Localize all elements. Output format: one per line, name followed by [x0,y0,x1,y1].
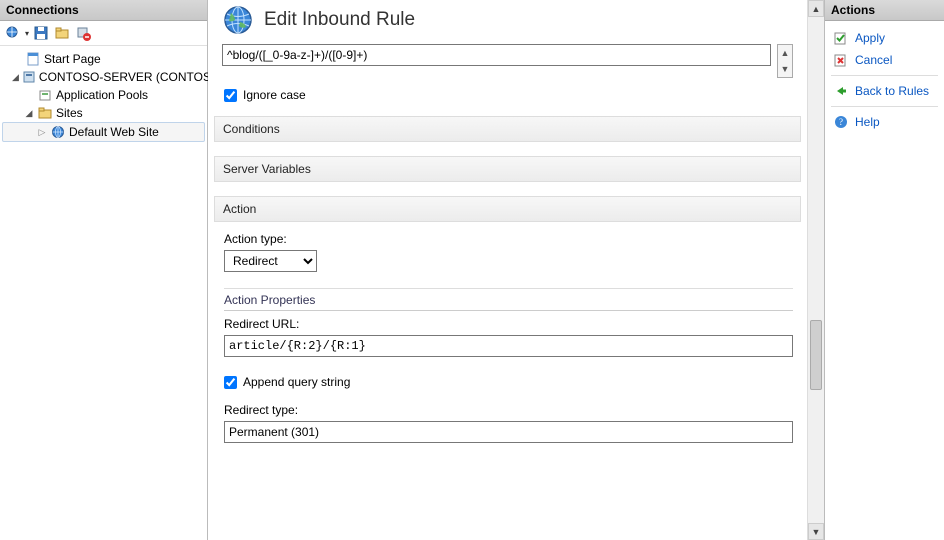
action-label: Apply [855,31,885,45]
apply-icon [833,30,849,46]
redirect-type-label: Redirect type: [224,403,793,417]
ignore-case-checkbox[interactable] [224,89,237,102]
sites-folder-icon [37,105,53,121]
server-variables-section-header[interactable]: Server Variables [214,156,801,182]
action-properties-title: Action Properties [224,293,793,311]
tree-label: Sites [56,106,83,120]
svg-text:?: ? [839,117,843,127]
redirect-type-select[interactable] [224,421,793,443]
globe-dropdown-icon[interactable] [4,24,22,42]
connections-panel: Connections ▾ Start Page [0,0,208,540]
server-icon [22,69,36,85]
connections-toolbar: ▾ [0,21,207,46]
globe-icon [222,4,254,36]
scroll-down-icon[interactable]: ▼ [778,61,792,77]
tree-default-site[interactable]: ▷ Default Web Site [2,122,205,142]
action-label: Cancel [855,53,892,67]
scroll-thumb[interactable] [810,320,822,390]
tree-label: CONTOSO-SERVER (CONTOS [39,70,211,84]
connections-header: Connections [0,0,207,21]
scroll-down-icon[interactable]: ▼ [808,523,824,540]
append-query-checkbox[interactable] [224,376,237,389]
pattern-input[interactable] [222,44,771,66]
redirect-url-label: Redirect URL: [224,317,793,331]
scroll-up-icon[interactable]: ▲ [778,45,792,61]
cancel-action[interactable]: Cancel [831,49,938,71]
ignore-case-label: Ignore case [243,88,306,102]
start-page-icon [25,51,41,67]
save-icon[interactable] [32,24,50,42]
main-scrollbar[interactable]: ▲ ▼ [807,0,824,540]
page-title: Edit Inbound Rule [264,9,415,31]
action-label: Help [855,115,880,129]
action-section-header[interactable]: Action [214,196,801,222]
connections-tree: Start Page ◢ CONTOSO-SERVER (CONTOS Appl… [0,46,207,146]
tree-label: Default Web Site [69,125,159,139]
divider [831,75,938,76]
main-panel: Edit Inbound Rule ▲ ▼ Ignore case Condit… [208,0,824,540]
folder-connect-icon[interactable] [53,24,71,42]
back-arrow-icon [833,83,849,99]
conditions-section-header[interactable]: Conditions [214,116,801,142]
redirect-url-input[interactable] [224,335,793,357]
server-remove-icon[interactable] [74,24,92,42]
append-query-label: Append query string [243,375,350,389]
pattern-scrollbar[interactable]: ▲ ▼ [777,44,793,78]
help-icon: ? [833,114,849,130]
action-type-label: Action type: [224,232,793,246]
actions-panel: Actions Apply Cancel Back to Rules [824,0,944,540]
app-pools-icon [37,87,53,103]
divider [831,106,938,107]
tree-label: Application Pools [56,88,148,102]
tree-sites[interactable]: ◢ Sites [2,104,205,122]
action-type-select[interactable]: Redirect [224,250,317,272]
tree-start-page[interactable]: Start Page [2,50,205,68]
tree-server[interactable]: ◢ CONTOSO-SERVER (CONTOS [2,68,205,86]
scroll-up-icon[interactable]: ▲ [808,0,824,17]
site-globe-icon [50,124,66,140]
action-label: Back to Rules [855,84,929,98]
cancel-icon [833,52,849,68]
apply-action[interactable]: Apply [831,27,938,49]
tree-label: Start Page [44,52,101,66]
help-action[interactable]: ? Help [831,111,938,133]
back-to-rules-action[interactable]: Back to Rules [831,80,938,102]
tree-app-pools[interactable]: Application Pools [2,86,205,104]
actions-header: Actions [825,0,944,21]
